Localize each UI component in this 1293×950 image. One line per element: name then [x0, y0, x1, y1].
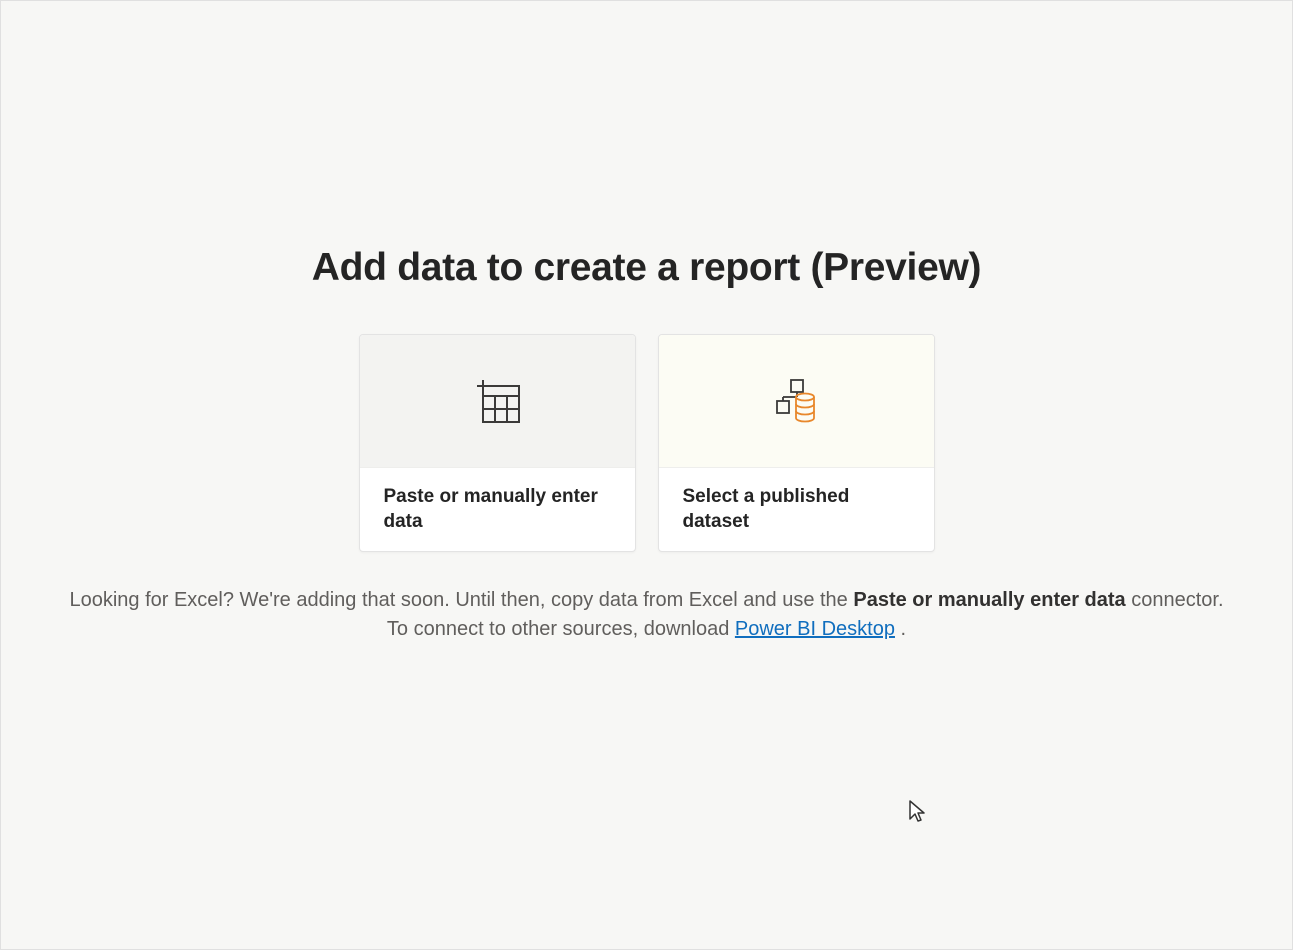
select-dataset-card[interactable]: Select a published dataset [658, 334, 935, 552]
help-text: Looking for Excel? We're adding that soo… [27, 586, 1267, 644]
help-prefix: Looking for Excel? We're adding that soo… [69, 589, 853, 611]
paste-card-icon-area [360, 335, 635, 467]
dataset-icon [771, 376, 821, 426]
add-data-panel: Add data to create a report (Preview) [1, 246, 1292, 644]
paste-card-label: Paste or manually enter data [384, 484, 611, 535]
paste-data-card[interactable]: Paste or manually enter data [359, 334, 636, 552]
dataset-card-icon-area [659, 335, 934, 467]
cursor-icon [908, 799, 928, 825]
table-plus-icon [474, 377, 520, 425]
help-bold: Paste or manually enter data [853, 589, 1125, 611]
help-suffix: . [895, 618, 906, 640]
dataset-card-label-area: Select a published dataset [659, 467, 934, 551]
paste-card-label-area: Paste or manually enter data [360, 467, 635, 551]
option-cards-row: Paste or manually enter data [359, 334, 935, 552]
dataset-card-label: Select a published dataset [683, 484, 910, 535]
power-bi-desktop-link[interactable]: Power BI Desktop [735, 618, 895, 640]
page-title: Add data to create a report (Preview) [312, 246, 981, 290]
